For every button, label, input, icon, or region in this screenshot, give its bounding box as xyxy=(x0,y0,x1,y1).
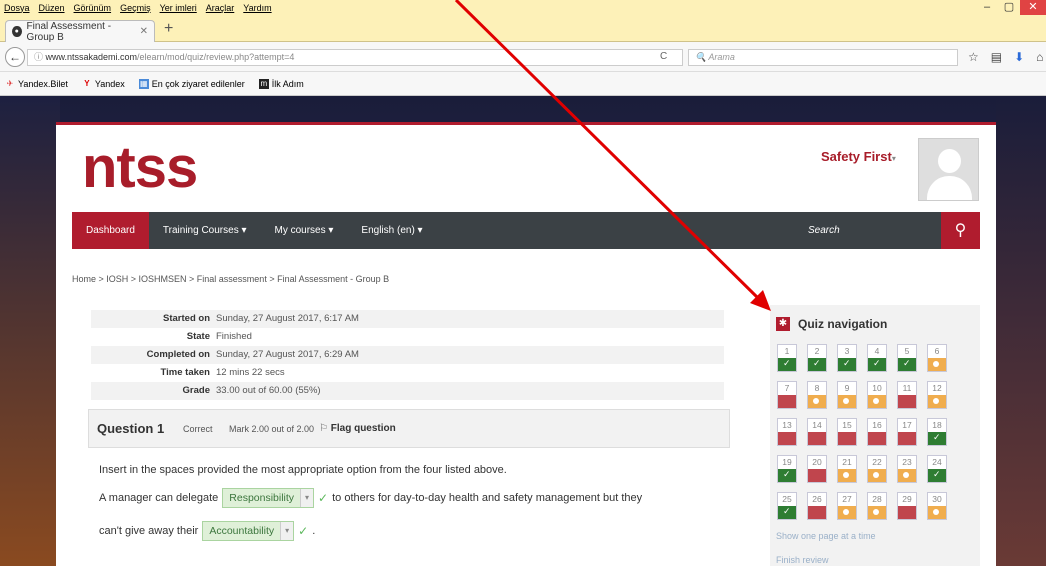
annotation-arrow xyxy=(454,0,771,311)
